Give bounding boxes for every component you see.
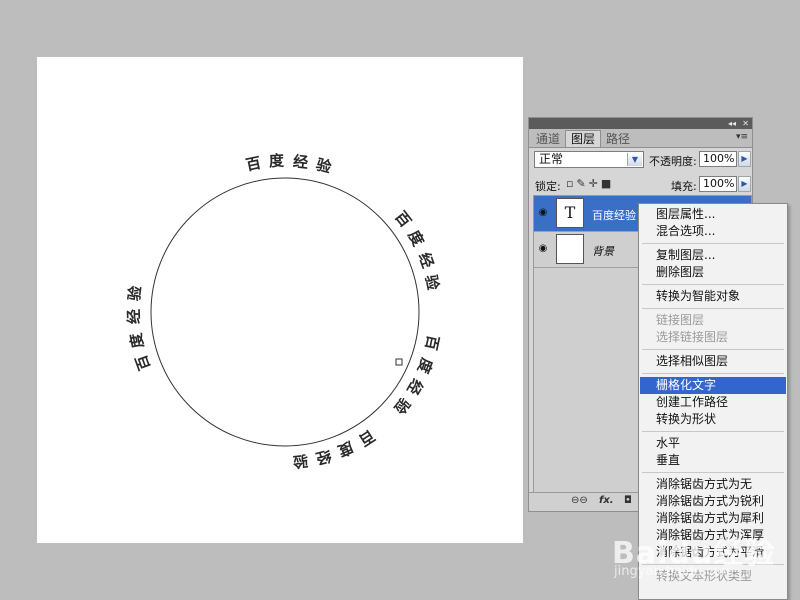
panel-title-strip: ◂◂ ✕ — [529, 118, 752, 129]
panel-tabs: 通道 图层 路径 — [529, 129, 752, 148]
menu-item: 链接图层 — [656, 313, 705, 327]
menu-item: 选择链接图层 — [656, 330, 729, 344]
panel-menu-icon[interactable]: ▾≡ — [736, 132, 748, 142]
circle-path — [150, 177, 420, 447]
menu-separator — [642, 472, 784, 473]
opacity-label: 不透明度: — [649, 155, 697, 168]
collapse-icon[interactable]: ◂◂ — [728, 118, 736, 129]
document-canvas[interactable]: 百度经验百度经验百度经验百度经验百度经验 — [37, 57, 523, 543]
eye-icon[interactable]: ◉ — [536, 242, 550, 256]
opacity-arrow-icon[interactable]: ▶ — [738, 151, 751, 167]
chevron-down-icon[interactable]: ▼ — [627, 153, 642, 166]
lock-label: 锁定: — [535, 180, 561, 193]
lock-icons[interactable]: ▫✎✛■ — [566, 177, 614, 190]
mask-icon[interactable]: ◘ — [624, 495, 632, 506]
tab-paths[interactable]: 路径 — [601, 131, 635, 147]
menu-item[interactable]: 创建工作路径 — [640, 394, 786, 411]
menu-separator — [642, 431, 784, 432]
fill-input[interactable]: 100% — [699, 176, 737, 192]
background-thumbnail — [556, 234, 584, 264]
menu-item[interactable]: 消除锯齿方式为犀利 — [640, 510, 786, 527]
arc-text-char: 经 — [313, 446, 334, 468]
fill-arrow-icon[interactable]: ▶ — [738, 176, 751, 192]
menu-item[interactable]: 消除锯齿方式为无 — [640, 476, 786, 493]
text-layer-thumbnail: T — [556, 198, 584, 228]
arc-text-char: 经 — [124, 308, 144, 325]
menu-separator — [642, 308, 784, 309]
blend-mode-select[interactable]: 正常 ▼ — [534, 151, 644, 168]
menu-item[interactable]: 水平 — [640, 435, 786, 452]
tab-channels[interactable]: 通道 — [531, 131, 565, 147]
menu-item[interactable]: 转换为智能对象 — [640, 288, 786, 305]
close-icon[interactable]: ✕ — [742, 118, 749, 129]
arc-text-char: 验 — [125, 284, 145, 302]
menu-item[interactable]: 垂直 — [640, 452, 786, 469]
fill-label: 填充: — [671, 180, 697, 193]
tab-layers[interactable]: 图层 — [565, 130, 602, 147]
watermark-url: jingyan.baidu.com — [614, 564, 734, 579]
menu-item[interactable]: 消除锯齿方式为锐利 — [640, 493, 786, 510]
menu-item[interactable]: 混合选项... — [640, 223, 786, 240]
menu-item[interactable]: 选择相似图层 — [640, 353, 786, 370]
blend-mode-value: 正常 — [539, 152, 564, 166]
arc-text-char: 百 — [244, 153, 263, 175]
menu-item[interactable]: 删除图层 — [640, 264, 786, 281]
layer-name[interactable]: 背景 — [592, 243, 614, 259]
arc-text-char: 度 — [126, 331, 148, 350]
opacity-input[interactable]: 100% — [699, 151, 737, 167]
menu-separator — [642, 284, 784, 285]
menu-item[interactable]: 复制图层... — [640, 247, 786, 264]
menu-item[interactable]: 栅格化文字 — [640, 377, 786, 394]
arc-text-char: 度 — [268, 151, 285, 171]
layer-name[interactable]: 百度经验 — [592, 207, 636, 223]
arc-text-char: 百 — [421, 333, 443, 352]
menu-separator — [642, 349, 784, 350]
menu-item[interactable]: 图层属性... — [640, 206, 786, 223]
menu-separator — [642, 243, 784, 244]
arc-text-char: 验 — [291, 451, 309, 471]
path-anchor-handle[interactable] — [395, 358, 403, 366]
menu-item[interactable]: 转换为形状 — [640, 411, 786, 428]
arc-text-char: 经 — [291, 152, 309, 172]
link-layers-icon[interactable]: ⊖⊖ — [571, 495, 588, 506]
eye-icon[interactable]: ◉ — [536, 206, 550, 220]
fx-icon[interactable]: fx. — [599, 495, 614, 506]
menu-separator — [642, 373, 784, 374]
